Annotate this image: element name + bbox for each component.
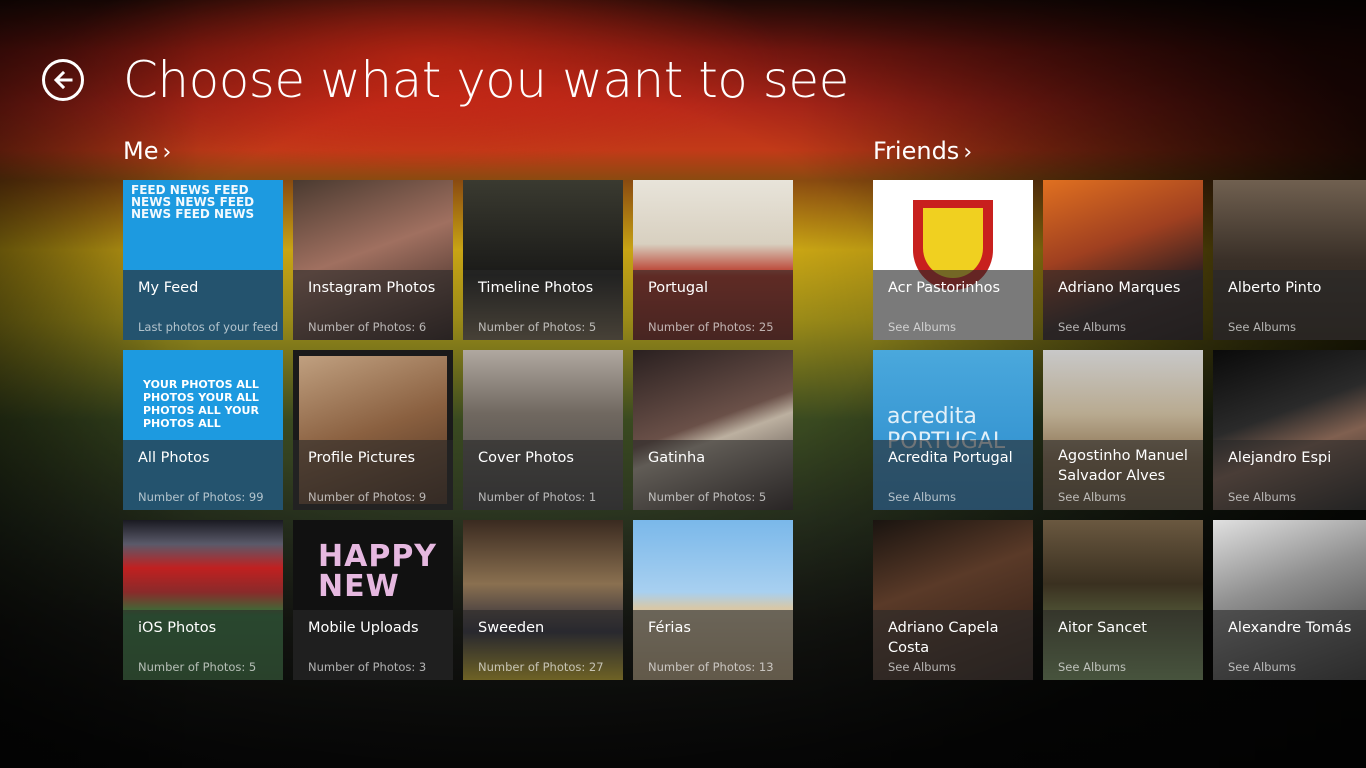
album-subtitle: Number of Photos: 6 bbox=[308, 320, 427, 334]
album-tile-mobile-uploads[interactable]: HAPPY NEW Mobile Uploads Number of Photo… bbox=[293, 520, 453, 680]
friend-tile-acredita-portugal[interactable]: acredita PORTUGAL Acredita Portugal See … bbox=[873, 350, 1033, 510]
album-subtitle: Number of Photos: 9 bbox=[308, 490, 427, 504]
chevron-right-icon: › bbox=[162, 140, 172, 165]
friend-subtitle: See Albums bbox=[1058, 660, 1126, 674]
me-section-header[interactable]: Me › bbox=[123, 136, 171, 168]
chevron-right-icon: › bbox=[963, 140, 973, 165]
friends-section-header[interactable]: Friends › bbox=[873, 136, 972, 168]
friend-tile-alexandre-tomas[interactable]: Alexandre Tomás See Albums bbox=[1213, 520, 1366, 680]
friend-tile-acr-pastorinhos[interactable]: Acr Pastorinhos See Albums bbox=[873, 180, 1033, 340]
album-name: Timeline Photos bbox=[478, 280, 594, 296]
friend-subtitle: See Albums bbox=[888, 320, 956, 334]
friend-tile-adriano-capela-costa[interactable]: Adriano Capela Costa See Albums bbox=[873, 520, 1033, 680]
friend-subtitle: See Albums bbox=[888, 490, 956, 504]
album-tile-instagram-photos[interactable]: Instagram Photos Number of Photos: 6 bbox=[293, 180, 453, 340]
album-tile-portugal[interactable]: Portugal Number of Photos: 25 bbox=[633, 180, 793, 340]
album-name: Cover Photos bbox=[478, 450, 574, 466]
album-tile-sweeden[interactable]: Sweeden Number of Photos: 27 bbox=[463, 520, 623, 680]
album-name: Mobile Uploads bbox=[308, 620, 419, 636]
friend-name: Agostinho Manuel Salvador Alves bbox=[1058, 448, 1188, 484]
album-subtitle: Number of Photos: 1 bbox=[478, 490, 597, 504]
friend-name: Alejandro Espi bbox=[1228, 450, 1332, 466]
album-subtitle: Number of Photos: 5 bbox=[648, 490, 767, 504]
friend-subtitle: See Albums bbox=[888, 660, 956, 674]
album-tile-ios-photos[interactable]: iOS Photos Number of Photos: 5 bbox=[123, 520, 283, 680]
friend-subtitle: See Albums bbox=[1228, 320, 1296, 334]
album-tile-cover-photos[interactable]: Cover Photos Number of Photos: 1 bbox=[463, 350, 623, 510]
friend-subtitle: See Albums bbox=[1058, 320, 1126, 334]
album-name: All Photos bbox=[138, 450, 210, 466]
friends-section-label: Friends bbox=[873, 137, 960, 165]
back-arrow-icon bbox=[53, 70, 73, 90]
me-section-label: Me bbox=[123, 137, 159, 165]
friend-name: Adriano Capela Costa bbox=[888, 620, 999, 656]
album-subtitle: Number of Photos: 3 bbox=[308, 660, 427, 674]
album-name: Instagram Photos bbox=[308, 280, 436, 296]
friend-tile-aitor-sancet[interactable]: Aitor Sancet See Albums bbox=[1043, 520, 1203, 680]
friend-tile-adriano-marques[interactable]: Adriano Marques See Albums bbox=[1043, 180, 1203, 340]
album-name: My Feed bbox=[138, 280, 199, 296]
back-button[interactable] bbox=[42, 59, 84, 101]
album-tile-profile-pictures[interactable]: Profile Pictures Number of Photos: 9 bbox=[293, 350, 453, 510]
thumbnail-text: HAPPY NEW bbox=[318, 539, 438, 604]
album-subtitle: Number of Photos: 5 bbox=[478, 320, 597, 334]
album-name: Sweeden bbox=[478, 620, 545, 636]
album-subtitle: Number of Photos: 99 bbox=[138, 490, 264, 504]
album-subtitle: Number of Photos: 25 bbox=[648, 320, 774, 334]
album-name: Gatinha bbox=[648, 450, 706, 466]
friend-name: Acredita Portugal bbox=[888, 450, 1013, 466]
friend-name: Alberto Pinto bbox=[1228, 280, 1322, 296]
album-subtitle: Number of Photos: 27 bbox=[478, 660, 604, 674]
album-tile-gatinha[interactable]: Gatinha Number of Photos: 5 bbox=[633, 350, 793, 510]
friend-name: Aitor Sancet bbox=[1058, 620, 1147, 636]
album-name: iOS Photos bbox=[138, 620, 217, 636]
friends-grid: Acr Pastorinhos See Albums Adriano Marqu… bbox=[873, 180, 1366, 680]
album-subtitle: Last photos of your feed bbox=[138, 320, 279, 334]
friend-name: Adriano Marques bbox=[1058, 280, 1181, 296]
friend-name: Alexandre Tomás bbox=[1228, 620, 1352, 636]
album-tile-timeline-photos[interactable]: Timeline Photos Number of Photos: 5 bbox=[463, 180, 623, 340]
friend-subtitle: See Albums bbox=[1058, 490, 1126, 504]
album-name: Portugal bbox=[648, 280, 709, 296]
album-subtitle: Number of Photos: 13 bbox=[648, 660, 774, 674]
page-title: Choose what you want to see bbox=[123, 51, 849, 109]
friend-name: Acr Pastorinhos bbox=[888, 280, 1001, 296]
album-tile-my-feed[interactable]: FEED NEWS FEED NEWS NEWS FEED NEWS FEED … bbox=[123, 180, 283, 340]
friend-tile-agostinho-manuel-salvador-alves[interactable]: Agostinho Manuel Salvador Alves See Albu… bbox=[1043, 350, 1203, 510]
album-name: Profile Pictures bbox=[308, 450, 416, 466]
friend-tile-alberto-pinto[interactable]: Alberto Pinto See Albums bbox=[1213, 180, 1366, 340]
album-tile-ferias[interactable]: Férias Number of Photos: 13 bbox=[633, 520, 793, 680]
friend-subtitle: See Albums bbox=[1228, 490, 1296, 504]
friend-subtitle: See Albums bbox=[1228, 660, 1296, 674]
album-name: Férias bbox=[648, 620, 691, 636]
album-subtitle: Number of Photos: 5 bbox=[138, 660, 257, 674]
me-album-grid: FEED NEWS FEED NEWS NEWS FEED NEWS FEED … bbox=[123, 180, 793, 680]
friend-tile-alejandro-espi[interactable]: Alejandro Espi See Albums bbox=[1213, 350, 1366, 510]
album-tile-all-photos[interactable]: YOUR PHOTOS ALL PHOTOS YOUR ALL PHOTOS A… bbox=[123, 350, 283, 510]
